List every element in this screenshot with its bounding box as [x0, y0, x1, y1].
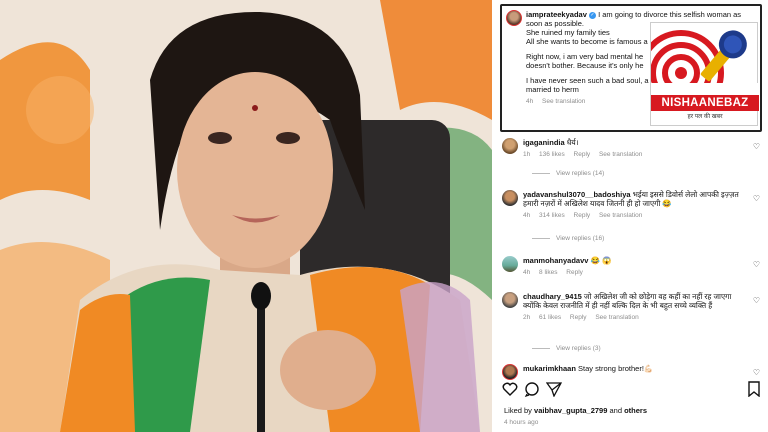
avatar[interactable] [502, 190, 518, 206]
reply-button[interactable]: Reply [574, 212, 591, 219]
comment-item: yadavanshul3070__badoshiya भईया इससे डिव… [502, 190, 764, 220]
comment-item: chaudhary_9415 जो अखिलेश जी को छोड़ेगा व… [502, 292, 764, 322]
caption-line: I am going to divorce this selfish woman… [598, 10, 742, 19]
reply-button[interactable]: Reply [574, 151, 591, 158]
comment-likes[interactable]: 8 likes [539, 269, 557, 276]
comment-username[interactable]: manmohanyadavv [523, 256, 588, 265]
comment-time: 1h [523, 151, 531, 158]
comment-username[interactable]: yadavanshul3070__badoshiya [523, 190, 631, 199]
comment-time: 4h [523, 212, 531, 219]
comment-text: धैर्य। [566, 138, 579, 147]
heart-icon[interactable]: ♡ [753, 194, 760, 203]
liked-and: and [607, 406, 625, 415]
comment-icon[interactable] [524, 381, 540, 397]
comment-time: 4h [523, 269, 531, 276]
see-translation-link[interactable]: See translation [595, 314, 638, 321]
comment-likes[interactable]: 136 likes [539, 151, 565, 158]
comment-likes[interactable]: 314 likes [539, 212, 565, 219]
avatar[interactable] [502, 292, 518, 308]
see-translation-link[interactable]: See translation [599, 151, 642, 158]
caption-line: doesn't bother. Because it's only he [526, 61, 644, 70]
share-icon[interactable] [546, 381, 562, 397]
view-replies-link[interactable]: View replies (16) [532, 235, 604, 242]
reply-button[interactable]: Reply [566, 269, 583, 276]
see-translation-link[interactable]: See translation [599, 212, 642, 219]
avatar[interactable] [506, 10, 522, 26]
comment-time: 2h [523, 314, 531, 321]
post-username[interactable]: iamprateekyadav [526, 10, 587, 19]
heart-icon[interactable] [502, 381, 518, 397]
verified-icon: ✓ [588, 11, 596, 19]
heart-icon[interactable]: ♡ [753, 368, 760, 377]
speaker-figure [60, 11, 480, 432]
post-time: 4h [526, 98, 534, 105]
caption-line: I have never seen such a bad soul, a [526, 76, 649, 85]
avatar[interactable] [502, 256, 518, 272]
comment-text: Stay strong brother!💪🏻 [578, 364, 654, 373]
comment-username[interactable]: mukarimkhaan [523, 364, 576, 373]
bookmark-icon[interactable] [746, 381, 762, 397]
heart-icon[interactable]: ♡ [753, 142, 760, 151]
logo-name: NISHAANEBAZ [651, 95, 759, 111]
comment-username[interactable]: chaudhary_9415 [523, 292, 582, 301]
comment-text: 😂 😱 [590, 256, 612, 265]
caption-line: She ruined my family ties [526, 28, 610, 37]
heart-icon[interactable]: ♡ [753, 260, 760, 269]
liked-user[interactable]: vaibhav_gupta_2799 [534, 406, 607, 415]
comment-item: igaganindia धैर्य। 1h 136 likes Reply Se… [502, 138, 764, 159]
view-replies-link[interactable]: View replies (3) [532, 345, 601, 352]
caption-line: soon as possible. [526, 19, 584, 28]
logo-mark [651, 30, 759, 95]
caption-line: married to herm [526, 85, 579, 94]
avatar[interactable] [502, 138, 518, 154]
liked-prefix: Liked by [504, 406, 535, 415]
action-bar [502, 381, 764, 399]
post-timestamp: 4 hours ago [504, 419, 539, 426]
logo-tagline: हर पल की खबर [687, 114, 723, 120]
caption-line: All she wants to become is famous a [526, 37, 648, 46]
nishaanebaz-logo: NISHAANEBAZ हर पल की खबर [650, 22, 759, 126]
caption-line: Right now, i am very bad mental he [526, 52, 644, 61]
heart-icon[interactable]: ♡ [753, 296, 760, 305]
comment-username[interactable]: igaganindia [523, 138, 565, 147]
view-replies-link[interactable]: View replies (14) [532, 170, 604, 177]
comment-item: manmohanyadavv 😂 😱 4h 8 likes Reply ♡ [502, 256, 764, 277]
comment-item: mukarimkhaan Stay strong brother!💪🏻 ♡ [502, 364, 764, 380]
see-translation-link[interactable]: See translation [542, 98, 585, 105]
reply-button[interactable]: Reply [570, 314, 587, 321]
avatar[interactable] [502, 364, 518, 380]
comment-likes[interactable]: 61 likes [539, 314, 561, 321]
liked-others[interactable]: others [624, 406, 647, 415]
news-photo [0, 0, 492, 432]
liked-by-text: Liked by vaibhav_gupta_2799 and others [504, 406, 647, 415]
